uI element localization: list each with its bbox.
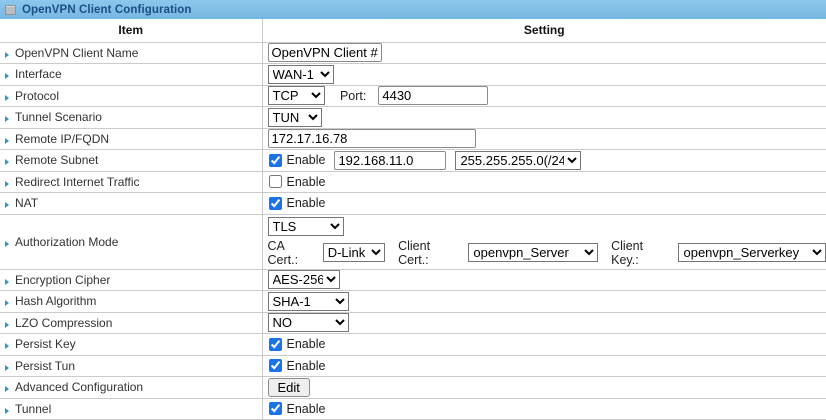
page-title: OpenVPN Client Configuration <box>22 4 192 16</box>
row-label: OpenVPN Client Name <box>15 46 138 60</box>
auth-mode-select[interactable]: TLS <box>268 217 344 236</box>
row-protocol: Protocol TCP Port: <box>0 85 826 107</box>
lzo-compression-select[interactable]: NO <box>268 313 349 332</box>
row-nat: NAT Enable <box>0 193 826 215</box>
row-label: NAT <box>15 196 38 210</box>
persist-tun-enable-checkbox[interactable] <box>269 359 282 372</box>
row-label: Tunnel <box>15 402 51 416</box>
client-key-select[interactable]: openvpn_Serverkey <box>678 243 826 262</box>
row-arrow-icon <box>5 300 9 306</box>
row-label: Protocol <box>15 89 59 103</box>
protocol-select[interactable]: TCP <box>268 86 325 105</box>
enable-label: Enable <box>287 337 326 351</box>
row-arrow-icon <box>5 279 9 285</box>
titlebar: OpenVPN Client Configuration <box>0 0 826 19</box>
row-tunnel-scenario: Tunnel Scenario TUN <box>0 107 826 129</box>
port-label: Port: <box>340 89 366 103</box>
row-label: Encryption Cipher <box>15 273 110 287</box>
client-name-input[interactable] <box>268 43 382 62</box>
row-arrow-icon <box>5 52 9 58</box>
row-persist-tun: Persist Tun Enable <box>0 355 826 377</box>
column-header-setting: Setting <box>262 19 826 42</box>
row-arrow-icon <box>5 73 9 79</box>
row-redirect-internet-traffic: Redirect Internet Traffic Enable <box>0 171 826 193</box>
redirect-enable-checkbox[interactable] <box>269 175 282 188</box>
row-persist-key: Persist Key Enable <box>0 334 826 356</box>
remote-subnet-ip-input[interactable] <box>334 151 446 170</box>
row-label: Persist Key <box>15 337 76 351</box>
port-input[interactable] <box>378 86 488 105</box>
row-arrow-icon <box>5 343 9 349</box>
client-cert-select[interactable]: openvpn_Server <box>468 243 598 262</box>
row-arrow-icon <box>5 408 9 414</box>
row-arrow-icon <box>5 365 9 371</box>
enable-label: Enable <box>287 359 326 373</box>
row-arrow-icon <box>5 116 9 122</box>
nat-enable-checkbox[interactable] <box>269 197 282 210</box>
column-header-item: Item <box>0 19 262 42</box>
table-header-row: Item Setting <box>0 19 826 42</box>
tunnel-enable-checkbox[interactable] <box>269 402 282 415</box>
enable-label: Enable <box>287 402 326 416</box>
row-label: Persist Tun <box>15 359 75 373</box>
row-label: Remote IP/FQDN <box>15 132 109 146</box>
row-authorization-mode: Authorization Mode TLS CA Cert.: D-Link … <box>0 214 826 269</box>
row-label: Tunnel Scenario <box>15 110 102 124</box>
row-hash-algorithm: Hash Algorithm SHA-1 <box>0 291 826 313</box>
interface-select[interactable]: WAN-1 <box>268 65 334 84</box>
enable-label: Enable <box>287 196 326 210</box>
row-label: Remote Subnet <box>15 153 98 167</box>
row-label: Hash Algorithm <box>15 294 96 308</box>
enable-label: Enable <box>287 153 326 167</box>
enable-label: Enable <box>287 175 326 189</box>
row-remote-ip: Remote IP/FQDN <box>0 128 826 150</box>
row-arrow-icon <box>5 386 9 392</box>
row-label: LZO Compression <box>15 316 112 330</box>
remote-subnet-mask-select[interactable]: 255.255.255.0(/24) <box>455 151 581 170</box>
row-label: Interface <box>15 67 62 81</box>
row-label: Redirect Internet Traffic <box>15 175 140 189</box>
row-arrow-icon <box>5 138 9 144</box>
row-remote-subnet: Remote Subnet Enable 255.255.255.0(/24) <box>0 150 826 172</box>
row-encryption-cipher: Encryption Cipher AES-256 <box>0 269 826 291</box>
row-advanced-configuration: Advanced Configuration Edit <box>0 377 826 399</box>
window-icon <box>5 5 16 15</box>
persist-key-enable-checkbox[interactable] <box>269 338 282 351</box>
config-table: Item Setting OpenVPN Client Name Interfa… <box>0 19 826 420</box>
row-arrow-icon <box>5 322 9 328</box>
ca-cert-label: CA Cert.: <box>268 239 318 267</box>
remote-subnet-enable-checkbox[interactable] <box>269 154 282 167</box>
remote-ip-input[interactable] <box>268 129 476 148</box>
row-arrow-icon <box>5 181 9 187</box>
row-arrow-icon <box>5 95 9 101</box>
row-arrow-icon <box>5 202 9 208</box>
row-tunnel: Tunnel Enable <box>0 398 826 420</box>
hash-algorithm-select[interactable]: SHA-1 <box>268 292 349 311</box>
row-interface: Interface WAN-1 <box>0 64 826 86</box>
row-lzo-compression: LZO Compression NO <box>0 312 826 334</box>
ca-cert-select[interactable]: D-Link <box>323 243 385 262</box>
client-key-label: Client Key.: <box>611 239 673 267</box>
row-client-name: OpenVPN Client Name <box>0 42 826 64</box>
client-cert-label: Client Cert.: <box>398 239 463 267</box>
encryption-cipher-select[interactable]: AES-256 <box>268 270 340 289</box>
row-arrow-icon <box>5 159 9 165</box>
advanced-edit-button[interactable]: Edit <box>268 378 310 397</box>
row-arrow-icon <box>5 241 9 247</box>
row-label: Authorization Mode <box>15 235 118 249</box>
row-label: Advanced Configuration <box>15 380 143 394</box>
tunnel-scenario-select[interactable]: TUN <box>268 108 322 127</box>
